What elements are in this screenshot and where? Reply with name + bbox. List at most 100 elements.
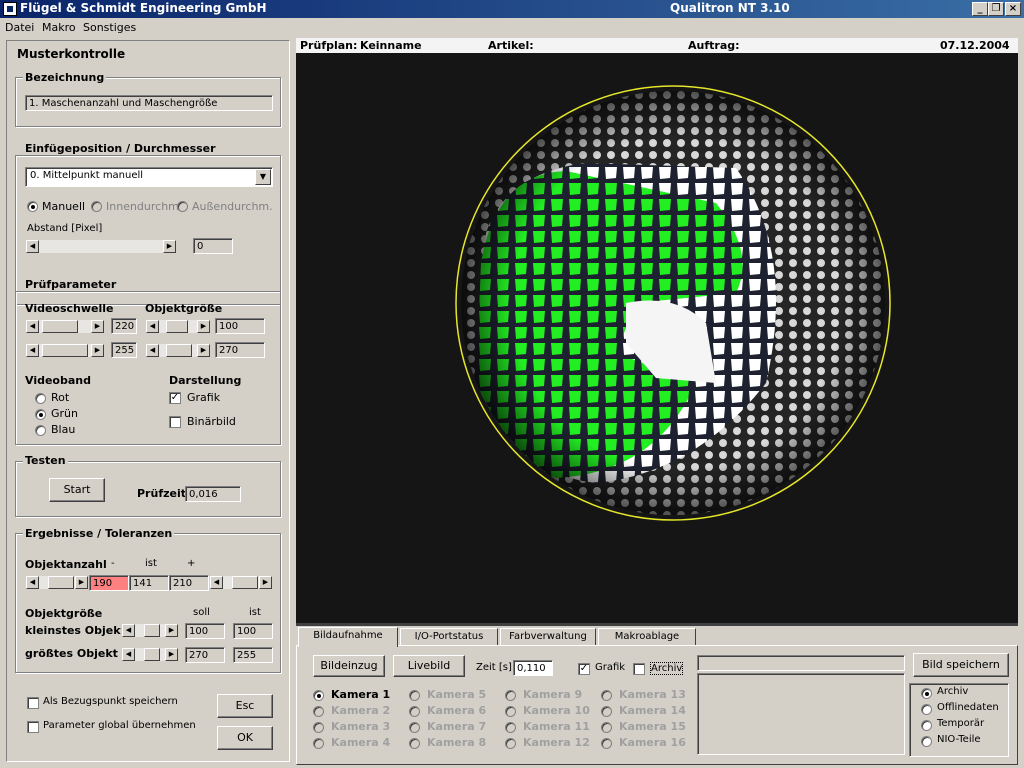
anzahl-min-slider[interactable]: ◀ ▶ — [25, 575, 89, 590]
radio-nio-teile[interactable] — [921, 736, 932, 747]
radio-offlinedaten[interactable] — [921, 704, 932, 715]
radio-kamera-6[interactable] — [409, 706, 420, 717]
kamera-label-15: Kamera 15 — [619, 720, 686, 733]
objektgroesse-min-value[interactable]: 100 — [215, 318, 265, 334]
anzahl-max-slider[interactable]: ◀ ▶ — [209, 575, 273, 590]
objektgroesse-max-value[interactable]: 270 — [215, 342, 265, 358]
scroll-right-icon[interactable]: ▶ — [197, 344, 210, 357]
bezeichnung-field[interactable]: 1. Maschenanzahl und Maschengröße — [25, 95, 273, 111]
bezug-checkbox[interactable] — [27, 697, 39, 709]
radio-manuell[interactable] — [27, 201, 38, 212]
menu-makro[interactable]: Makro — [42, 21, 76, 34]
radio-kamera-1[interactable] — [313, 690, 324, 701]
radio-kamera-16[interactable] — [601, 738, 612, 749]
abstand-value[interactable]: 0 — [193, 238, 233, 254]
grafik-checkbox[interactable]: ✓ — [169, 392, 181, 404]
archiv-checkbox[interactable] — [633, 663, 645, 675]
radio-archiv[interactable] — [921, 688, 932, 699]
videoschwelle-min-value[interactable]: 220 — [111, 318, 137, 334]
scroll-right-icon[interactable]: ▶ — [165, 648, 178, 661]
radio-kamera-4[interactable] — [313, 738, 324, 749]
scroll-right-icon[interactable]: ▶ — [165, 624, 178, 637]
global-checkbox[interactable] — [27, 721, 39, 733]
binaer-checkbox[interactable] — [169, 416, 181, 428]
radio-kamera-3[interactable] — [313, 722, 324, 733]
scroll-right-icon[interactable]: ▶ — [163, 240, 176, 253]
tab-makroablage[interactable]: Makroablage — [598, 628, 696, 646]
slider-thumb[interactable] — [166, 344, 192, 357]
videoschwelle-max-slider[interactable]: ◀ ▶ — [25, 343, 105, 358]
abstand-slider[interactable]: ◀ ▶ — [25, 239, 177, 254]
kleinstes-slider[interactable]: ◀ ▶ — [121, 623, 179, 638]
videoschwelle-min-slider[interactable]: ◀ ▶ — [25, 319, 105, 334]
radio-kamera-13[interactable] — [601, 690, 612, 701]
groesstes-slider[interactable]: ◀ ▶ — [121, 647, 179, 662]
menu-datei[interactable]: Datei — [5, 21, 34, 34]
objektgroesse-max-slider[interactable]: ◀ ▶ — [145, 343, 211, 358]
close-icon[interactable]: × — [1005, 2, 1021, 16]
slider-thumb[interactable] — [166, 320, 188, 333]
scroll-left-icon[interactable]: ◀ — [122, 624, 135, 637]
slider-thumb[interactable] — [48, 576, 74, 589]
app-icon[interactable] — [3, 2, 17, 16]
ok-button[interactable]: OK — [217, 726, 273, 750]
radio-temporaer[interactable] — [921, 720, 932, 731]
camera-view[interactable] — [296, 53, 1018, 623]
slider-thumb[interactable] — [144, 624, 160, 637]
kleinstes-soll-value[interactable]: 100 — [185, 623, 225, 639]
objektgroesse-min-slider[interactable]: ◀ ▶ — [145, 319, 211, 334]
scroll-left-icon[interactable]: ◀ — [26, 320, 39, 333]
scroll-right-icon[interactable]: ▶ — [197, 320, 210, 333]
slider-thumb[interactable] — [42, 320, 78, 333]
scroll-left-icon[interactable]: ◀ — [146, 344, 159, 357]
scroll-right-icon[interactable]: ▶ — [75, 576, 88, 589]
slider-thumb[interactable] — [232, 576, 258, 589]
scroll-right-icon[interactable]: ▶ — [91, 344, 104, 357]
radio-kamera-7[interactable] — [409, 722, 420, 733]
radio-aussendurchm[interactable] — [177, 201, 188, 212]
scroll-left-icon[interactable]: ◀ — [26, 240, 39, 253]
bild-speichern-button[interactable]: Bild speichern — [913, 653, 1009, 677]
radio-kamera-15[interactable] — [601, 722, 612, 733]
slider-thumb[interactable] — [144, 648, 160, 661]
scroll-left-icon[interactable]: ◀ — [210, 576, 223, 589]
tab-bildaufnahme[interactable]: Bildaufnahme — [298, 627, 398, 647]
tab-farbverwaltung[interactable]: Farbverwaltung — [500, 628, 596, 646]
radio-innendurchm[interactable] — [91, 201, 102, 212]
radio-kamera-14[interactable] — [601, 706, 612, 717]
radio-kamera-11[interactable] — [505, 722, 516, 733]
radio-kamera-8[interactable] — [409, 738, 420, 749]
einfuege-combo[interactable]: 0. Mittelpunkt manuell ▼ — [25, 167, 273, 187]
videoschwelle-max-value[interactable]: 255 — [111, 342, 137, 358]
grafik2-checkbox[interactable]: ✓ — [578, 663, 590, 675]
scroll-right-icon[interactable]: ▶ — [91, 320, 104, 333]
scroll-right-icon[interactable]: ▶ — [259, 576, 272, 589]
scroll-left-icon[interactable]: ◀ — [146, 320, 159, 333]
zeit-value[interactable]: 0,110 — [513, 660, 553, 676]
radio-kamera-9[interactable] — [505, 690, 516, 701]
livebild-button[interactable]: Livebild — [393, 655, 465, 677]
scroll-left-icon[interactable]: ◀ — [26, 344, 39, 357]
pruefzeit-value[interactable]: 0,016 — [185, 486, 241, 502]
groesstes-soll-value[interactable]: 270 — [185, 647, 225, 663]
radio-kamera-5[interactable] — [409, 690, 420, 701]
anzahl-max-value[interactable]: 210 — [169, 575, 209, 591]
radio-rot[interactable] — [35, 393, 46, 404]
radio-kamera-12[interactable] — [505, 738, 516, 749]
slider-thumb[interactable] — [42, 344, 88, 357]
chevron-down-icon[interactable]: ▼ — [255, 169, 271, 185]
minimize-icon[interactable]: _ — [972, 2, 988, 16]
scroll-left-icon[interactable]: ◀ — [26, 576, 39, 589]
anzahl-min-value[interactable]: 190 — [89, 575, 129, 591]
esc-button[interactable]: Esc — [217, 694, 273, 718]
radio-blau[interactable] — [35, 425, 46, 436]
menu-sonstiges[interactable]: Sonstiges — [83, 21, 136, 34]
radio-kamera-10[interactable] — [505, 706, 516, 717]
tab-io-portstatus[interactable]: I/O-Portstatus — [400, 628, 498, 646]
radio-gruen[interactable] — [35, 409, 46, 420]
scroll-left-icon[interactable]: ◀ — [122, 648, 135, 661]
restore-icon[interactable]: ❐ — [988, 2, 1004, 16]
radio-kamera-2[interactable] — [313, 706, 324, 717]
bildeinzug-button[interactable]: Bildeinzug — [313, 655, 385, 677]
start-button[interactable]: Start — [49, 478, 105, 502]
